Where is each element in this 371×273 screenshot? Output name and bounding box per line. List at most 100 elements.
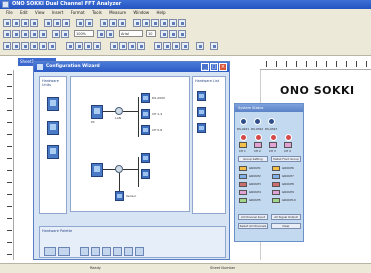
select-all-channels-button[interactable]: Select All Channels [238,223,268,229]
analyzer-unit-icon[interactable] [47,97,59,111]
scale-icon[interactable] [172,42,180,50]
peak-icon[interactable] [119,42,127,50]
palette-io-icon[interactable] [102,247,111,256]
device-node-icon[interactable] [141,169,150,179]
group-setting-button[interactable]: Group Setting [238,156,268,162]
table-icon[interactable] [109,19,117,27]
palette-cable-icon[interactable] [124,247,133,256]
cursor-icon[interactable] [178,19,186,27]
fill-icon[interactable] [61,30,69,38]
border-icon[interactable] [52,30,60,38]
menu-help[interactable]: Help [156,10,165,15]
menu-file[interactable]: File [6,10,13,15]
ch1-4-node-icon[interactable] [141,109,150,119]
menu-format[interactable]: Format [71,10,85,15]
export-icon[interactable] [181,42,189,50]
stop-icon[interactable] [151,19,159,27]
overlay-icon[interactable] [93,42,101,50]
channel-status-icon[interactable] [255,134,262,141]
maximize-button[interactable]: □ [210,63,218,71]
unit-status-icon[interactable] [240,118,247,125]
trigger-icon[interactable] [137,42,145,50]
configuration-canvas[interactable]: PC LAN DS-2000 CH 1-4 CH 5-8 Sensor [70,76,190,212]
menu-measure[interactable]: Measure [109,10,126,15]
palette-amp-icon[interactable] [80,247,89,256]
list-device-icon[interactable] [197,123,206,133]
wave-icon[interactable] [75,42,83,50]
align-center-icon[interactable] [12,30,20,38]
menu-insert[interactable]: Insert [52,10,63,15]
draw-icon[interactable] [118,19,126,27]
undo-icon[interactable] [76,19,84,27]
bold-icon[interactable] [30,30,38,38]
start-icon[interactable] [142,19,150,27]
ds2000-node-icon[interactable] [141,93,150,103]
ch6-icon[interactable] [48,42,56,50]
marker-icon[interactable] [110,42,118,50]
paste-icon[interactable] [62,19,70,27]
align-right-icon[interactable] [21,30,29,38]
lan-hub-icon[interactable] [115,107,123,115]
font-select[interactable]: Arial [119,30,143,37]
open-icon[interactable] [12,19,20,27]
close-button[interactable]: × [219,63,227,71]
palette-hub-icon[interactable] [135,247,144,256]
copy-icon[interactable] [53,19,61,27]
ch3-icon[interactable] [21,42,29,50]
spectrum-icon[interactable] [84,42,92,50]
clear-button[interactable]: Clear [271,223,301,229]
palette-network-icon[interactable] [44,247,56,256]
menu-tools[interactable]: Tools [92,10,102,15]
line-color-icon[interactable] [169,30,177,38]
text-color-icon[interactable] [160,30,168,38]
zoom-select[interactable]: 100% [74,30,94,37]
amplifier-unit-icon[interactable] [47,121,59,135]
pointer-icon[interactable] [169,19,177,27]
palette-device-icon[interactable] [58,247,70,256]
pause-icon[interactable] [160,19,168,27]
harmonic-icon[interactable] [128,42,136,50]
channel-status-icon[interactable] [285,134,292,141]
size-select[interactable]: 10 [146,30,156,37]
menu-window[interactable]: Window [133,10,149,15]
all-signal-output-button[interactable]: All Signal Output [271,214,301,220]
ch4-icon[interactable] [30,42,38,50]
palette-ch-icon[interactable] [91,247,100,256]
channel-status-icon[interactable] [270,134,277,141]
help-icon[interactable] [210,42,218,50]
device-node-icon[interactable] [141,153,150,163]
ch1-icon[interactable] [3,42,11,50]
new-icon[interactable] [3,19,11,27]
cut-icon[interactable] [44,19,52,27]
all-channel-input-button[interactable]: All Channel Input [238,214,268,220]
sensor-node-icon[interactable] [115,191,124,201]
lan-hub2-icon[interactable] [115,165,123,173]
list-device-icon[interactable] [197,91,206,101]
chart-icon[interactable] [100,19,108,27]
sensor-unit-icon[interactable] [47,145,59,159]
ch5-8-node-icon[interactable] [141,125,150,135]
channel-status-icon[interactable] [240,134,247,141]
menu-view[interactable]: View [35,10,45,15]
window-fn-icon[interactable] [163,42,171,50]
zoom-in-icon[interactable] [97,30,105,38]
save-icon[interactable] [21,19,29,27]
minimize-button[interactable]: _ [201,63,209,71]
unit-status-icon[interactable] [268,118,275,125]
pc-node-icon[interactable] [91,105,103,119]
align-left-icon[interactable] [3,30,11,38]
measure-icon[interactable] [133,19,141,27]
average-icon[interactable] [154,42,162,50]
settings-icon[interactable] [196,42,204,50]
menu-edit[interactable]: Edit [20,10,28,15]
unit-status-icon[interactable] [254,118,261,125]
ch2-icon[interactable] [12,42,20,50]
palette-sensor-icon[interactable] [113,247,122,256]
italic-icon[interactable] [39,30,47,38]
zoom-out-icon[interactable] [106,30,114,38]
arrow-icon[interactable] [66,42,74,50]
pc2-node-icon[interactable] [91,163,103,177]
grid-icon[interactable] [178,30,186,38]
redo-icon[interactable] [85,19,93,27]
print-icon[interactable] [30,19,38,27]
